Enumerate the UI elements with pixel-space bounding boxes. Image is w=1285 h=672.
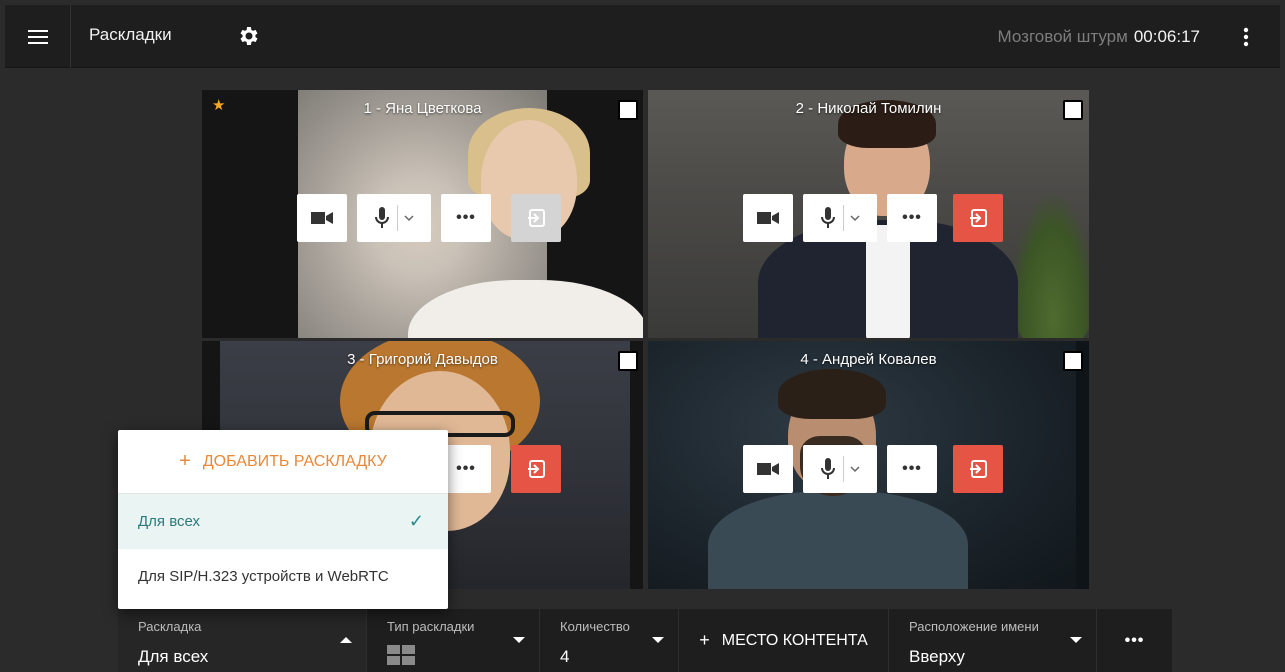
camera-icon (311, 212, 333, 224)
chevron-down-icon (1070, 637, 1082, 643)
participant-checkbox[interactable] (618, 100, 638, 120)
layout-type-label: Тип раскладки (387, 619, 475, 634)
layout-option-label: Для SIP/H.323 устройств и WebRTC (138, 568, 389, 585)
camera-button[interactable] (743, 445, 793, 493)
camera-button[interactable] (743, 194, 793, 242)
microphone-icon (820, 207, 835, 228)
microphone-button[interactable] (357, 194, 431, 242)
grid-layout-icon (387, 645, 415, 665)
participant-tile: 2 - Николай Томилин ••• (648, 90, 1089, 338)
count-label: Количество (560, 619, 630, 634)
chevron-down-icon (513, 637, 525, 643)
check-icon: ✓ (408, 511, 424, 531)
remove-participant-button[interactable] (511, 445, 561, 493)
hamburger-menu-button[interactable] (5, 5, 71, 68)
layout-option-sip[interactable]: Для SIP/H.323 устройств и WebRTC (118, 549, 448, 604)
chevron-down-icon[interactable] (403, 214, 414, 222)
layout-type-select[interactable]: Тип раскладки (367, 609, 540, 672)
content-slot-label: МЕСТО КОНТЕНТА (721, 631, 868, 649)
more-menu-button[interactable] (1226, 5, 1266, 68)
layout-select-value: Для всех (138, 647, 209, 666)
count-value: 4 (560, 647, 570, 666)
layout-dropdown-menu: + ДОБАВИТЬ РАСКЛАДКУ Для всех ✓ Для SIP/… (118, 430, 448, 609)
more-horizontal-icon: ••• (456, 209, 476, 226)
microphone-icon (374, 207, 389, 228)
gear-icon (240, 27, 258, 45)
participant-checkbox[interactable] (1063, 100, 1083, 120)
participant-checkbox[interactable] (1063, 351, 1083, 371)
name-position-label: Расположение имени (909, 619, 1039, 634)
exit-icon (970, 460, 987, 478)
layout-option-label: Для всех (138, 513, 201, 530)
exit-icon (528, 209, 545, 227)
exit-icon (970, 209, 987, 227)
more-options-button[interactable]: ••• (887, 445, 937, 493)
remove-participant-button[interactable] (953, 194, 1003, 242)
layout-select[interactable]: Раскладка Для всех (118, 609, 367, 672)
participant-name: 3 - Григорий Давыдов (347, 351, 498, 368)
more-horizontal-icon: ••• (902, 209, 922, 226)
conference-info: Мозговой штурм 00:06:17 (998, 5, 1200, 68)
add-layout-label: ДОБАВИТЬ РАСКЛАДКУ (202, 452, 387, 470)
participant-checkbox[interactable] (618, 351, 638, 371)
more-vertical-icon (1243, 27, 1249, 46)
page-title: Раскладки (89, 25, 172, 44)
plus-icon: + (699, 630, 710, 650)
more-options-button[interactable]: ••• (441, 194, 491, 242)
participant-name: 2 - Николай Томилин (795, 100, 942, 117)
camera-icon (757, 463, 779, 475)
participant-name: 4 - Андрей Ковалев (800, 351, 937, 368)
layout-option-all[interactable]: Для всех ✓ (118, 494, 448, 549)
chevron-down-icon[interactable] (849, 214, 860, 222)
name-position-value: Вверху (909, 647, 965, 666)
name-position-select[interactable]: Расположение имени Вверху (889, 609, 1097, 672)
chevron-up-icon (340, 637, 352, 643)
layout-select-label: Раскладка (138, 619, 202, 634)
settings-button[interactable] (236, 24, 260, 48)
more-horizontal-icon: ••• (456, 460, 476, 477)
participant-tile: ★ 1 - Яна Цветкова ••• (202, 90, 643, 338)
content-slot-button[interactable]: + МЕСТО КОНТЕНТА (679, 609, 889, 672)
toolbar-more-button[interactable]: ••• (1097, 609, 1172, 672)
add-layout-button[interactable]: + ДОБАВИТЬ РАСКЛАДКУ (118, 430, 448, 494)
conference-timer: 00:06:17 (1133, 26, 1200, 46)
camera-icon (757, 212, 779, 224)
hamburger-icon (27, 29, 48, 44)
microphone-icon (820, 458, 835, 479)
exit-icon (528, 460, 545, 478)
conference-name: Мозговой штурм (997, 26, 1128, 46)
top-bar: Раскладки Мозговой штурм 00:06:17 (5, 5, 1280, 68)
more-horizontal-icon: ••• (1124, 631, 1145, 649)
chevron-down-icon[interactable] (849, 465, 860, 473)
chevron-down-icon (652, 637, 664, 643)
count-select[interactable]: Количество 4 (540, 609, 679, 672)
remove-participant-button[interactable] (953, 445, 1003, 493)
more-horizontal-icon: ••• (902, 460, 922, 477)
plus-icon: + (179, 450, 191, 472)
microphone-button[interactable] (803, 194, 877, 242)
app-window: Раскладки Мозговой штурм 00:06:17 ★ 1 - … (5, 5, 1280, 672)
bottom-toolbar: Раскладка Для всех Тип раскладки Количес… (118, 609, 1172, 672)
participant-tile: 4 - Андрей Ковалев ••• (648, 341, 1089, 589)
camera-button[interactable] (297, 194, 347, 242)
microphone-button[interactable] (803, 445, 877, 493)
more-options-button[interactable]: ••• (887, 194, 937, 242)
participant-name: 1 - Яна Цветкова (363, 100, 482, 117)
more-options-button[interactable]: ••• (441, 445, 491, 493)
remove-participant-button[interactable] (511, 194, 561, 242)
